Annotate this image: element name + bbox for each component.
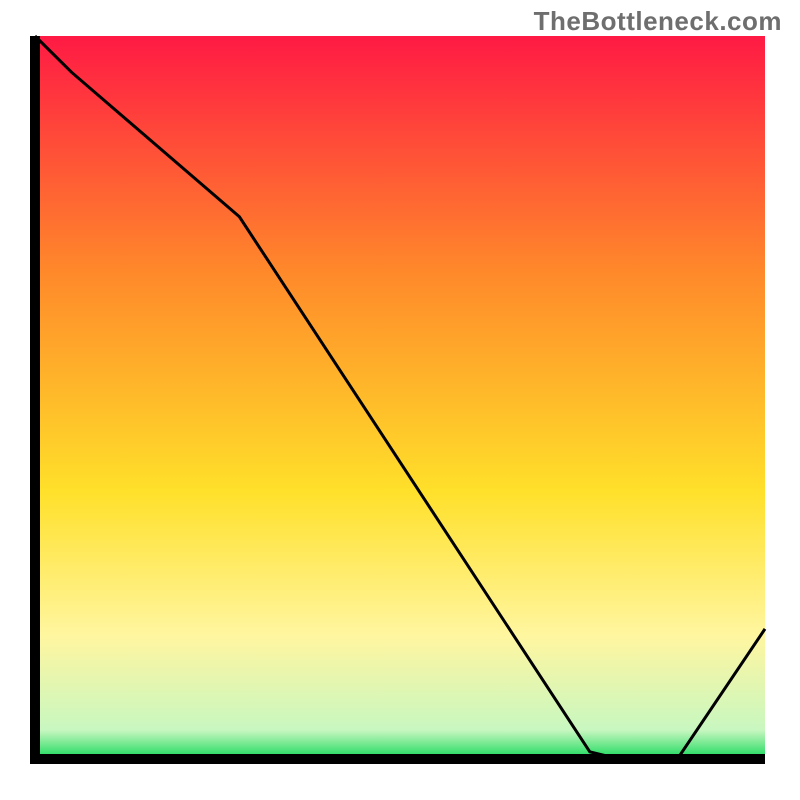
plot-background [35, 36, 765, 759]
bottleneck-chart [0, 0, 800, 800]
watermark-text: TheBottleneck.com [534, 6, 782, 37]
